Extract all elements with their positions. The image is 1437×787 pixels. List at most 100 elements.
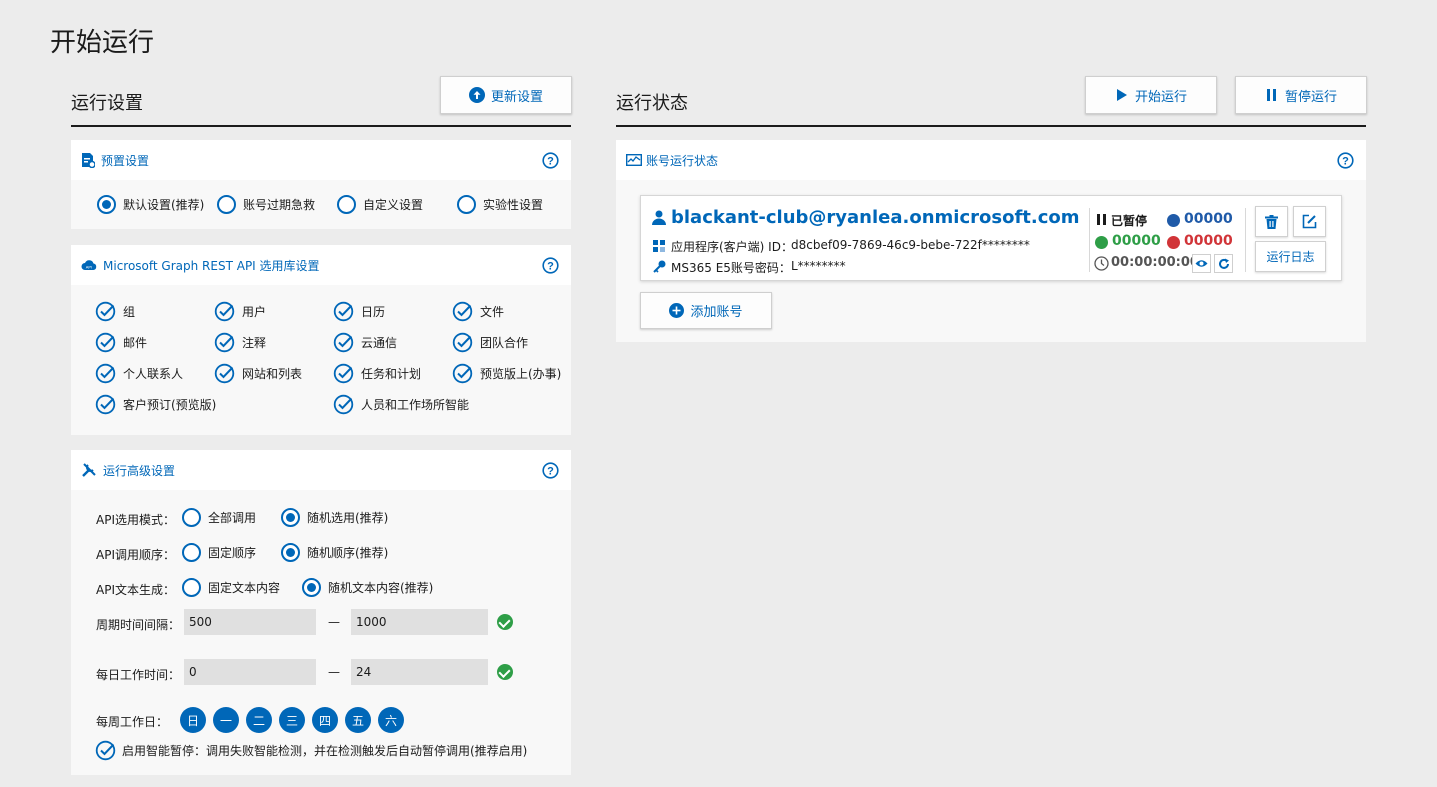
cloud-api-icon: API (81, 260, 97, 270)
run-log-button[interactable]: 运行日志 (1255, 241, 1326, 272)
weekday-toggle[interactable]: 五 (345, 707, 371, 733)
check-circle-icon (95, 332, 116, 353)
fail-count: 00000 (1184, 233, 1233, 249)
api-text-random[interactable]: 随机文本内容(推荐) (302, 578, 433, 597)
radio-selected[interactable] (281, 508, 300, 527)
view-button[interactable] (1192, 254, 1211, 273)
graph-api-label: 人员和工作场所智能 (361, 398, 470, 412)
work-hours-max-input[interactable]: 24 (351, 659, 488, 685)
account-list: blackant-club@ryanlea.onmicrosoft.com 应用… (616, 180, 1366, 342)
radio-selected[interactable] (302, 578, 321, 597)
svg-text:?: ? (547, 261, 554, 273)
api-mode-all[interactable]: 全部调用 (182, 508, 256, 527)
graph-api-checkbox[interactable]: 人员和工作场所智能 (333, 394, 469, 415)
weekday-toggle[interactable]: 三 (279, 707, 305, 733)
delete-account-button[interactable] (1255, 206, 1288, 237)
account-email: blackant-club@ryanlea.onmicrosoft.com (671, 207, 1080, 228)
radio[interactable] (182, 543, 201, 562)
add-account-button[interactable]: 添加账号 (640, 292, 772, 329)
update-settings-button[interactable]: 更新设置 (440, 76, 572, 114)
radio[interactable] (457, 195, 476, 214)
preset-option-experimental[interactable]: 实验性设置 (457, 195, 543, 214)
range-dash: — (328, 665, 340, 679)
document-settings-icon (82, 153, 95, 168)
divider (1089, 208, 1090, 272)
pause-button[interactable]: 暂停运行 (1235, 76, 1367, 114)
graph-api-checkbox[interactable]: 客户预订(预览版) (95, 394, 216, 415)
radio[interactable] (337, 195, 356, 214)
preset-option-rescue[interactable]: 账号过期急救 (217, 195, 315, 214)
help-icon[interactable]: ? (542, 257, 559, 274)
eye-icon (1195, 260, 1208, 267)
radio[interactable] (182, 578, 201, 597)
graph-api-checkbox[interactable]: 个人联系人 (95, 363, 183, 384)
svg-text:?: ? (547, 156, 554, 168)
graph-api-label: 组 (123, 305, 136, 319)
smart-pause-checkbox[interactable]: 启用智能暂停：调用失败智能检测，并在检测触发后自动暂停调用(推荐启用) (95, 740, 527, 761)
help-icon[interactable]: ? (542, 152, 559, 169)
api-order-random[interactable]: 随机顺序(推荐) (281, 543, 388, 562)
advanced-card-header: 运行高级设置 ? (71, 450, 571, 490)
api-order-fixed[interactable]: 固定顺序 (182, 543, 256, 562)
graph-api-checkbox[interactable]: 文件 (452, 301, 504, 322)
radio-selected[interactable] (97, 195, 116, 214)
user-icon (652, 210, 666, 225)
monitor-chart-icon (626, 154, 642, 166)
weekday-toggle[interactable]: 一 (213, 707, 239, 733)
radio-selected[interactable] (281, 543, 300, 562)
start-button[interactable]: 开始运行 (1085, 76, 1217, 114)
weekday-toggle[interactable]: 二 (246, 707, 272, 733)
graph-api-checkbox[interactable]: 邮件 (95, 332, 147, 353)
weekday-toggle[interactable]: 六 (378, 707, 404, 733)
weekday-toggle[interactable]: 日 (180, 707, 206, 733)
password-value: L******** (791, 259, 846, 273)
graph-api-card: API Microsoft Graph REST API 选用库设置 ? 组 用户… (71, 245, 571, 435)
check-circle-icon (452, 301, 473, 322)
graph-api-label: 注释 (242, 336, 267, 350)
api-text-fixed[interactable]: 固定文本内容 (182, 578, 280, 597)
work-hours-label: 每日工作时间： (96, 668, 181, 682)
radio-label: 随机选用(推荐) (307, 511, 389, 525)
interval-max-input[interactable]: 1000 (351, 609, 488, 635)
graph-api-label: 预览版上(办事) (480, 367, 562, 381)
app-id-label: 应用程序(客户端) ID： (671, 240, 793, 254)
account-status-header: 账号运行状态 ? (616, 140, 1366, 180)
refresh-button[interactable] (1214, 254, 1233, 273)
radio[interactable] (217, 195, 236, 214)
graph-api-checkbox[interactable]: 日历 (333, 301, 385, 322)
elapsed-time: 00:00:00:00 (1111, 255, 1199, 270)
graph-api-list: 组 用户 日历 文件邮件 注释 云通信 团队合作个人联系人 网站和列表 任务和计划 预览版上(办事… (71, 285, 571, 435)
graph-api-label: 客户预订(预览版) (123, 398, 217, 412)
smart-pause-label: 启用智能暂停：调用失败智能检测，并在检测触发后自动暂停调用(推荐启用) (122, 744, 528, 758)
preset-option-custom[interactable]: 自定义设置 (337, 195, 423, 214)
graph-api-checkbox[interactable]: 网站和列表 (214, 363, 302, 384)
settings-header: 运行设置 更新设置 (71, 76, 572, 127)
help-icon[interactable]: ? (542, 462, 559, 479)
interval-min-input[interactable]: 500 (184, 609, 316, 635)
graph-api-checkbox[interactable]: 团队合作 (452, 332, 528, 353)
graph-api-checkbox[interactable]: 预览版上(办事) (452, 363, 561, 384)
preset-option-default[interactable]: 默认设置(推荐) (97, 195, 204, 214)
account-status-title: 账号运行状态 (646, 153, 719, 168)
edit-account-button[interactable] (1293, 206, 1326, 237)
page-title: 开始运行 (50, 28, 155, 58)
work-hours-min-input[interactable]: 0 (184, 659, 316, 685)
svg-text:API: API (86, 265, 92, 270)
edit-icon (1302, 214, 1317, 229)
radio-label: 固定顺序 (208, 546, 257, 560)
check-circle-icon (95, 301, 116, 322)
graph-api-checkbox[interactable]: 用户 (214, 301, 266, 322)
check-circle-icon (333, 301, 354, 322)
graph-api-checkbox[interactable]: 任务和计划 (333, 363, 421, 384)
api-mode-random[interactable]: 随机选用(推荐) (281, 508, 388, 527)
plus-circle-icon (669, 303, 685, 318)
radio[interactable] (182, 508, 201, 527)
settings-title: 运行设置 (71, 93, 143, 114)
arrow-up-circle-icon (468, 87, 485, 103)
graph-api-checkbox[interactable]: 注释 (214, 332, 266, 353)
graph-api-checkbox[interactable]: 组 (95, 301, 135, 322)
refresh-icon (1218, 258, 1229, 269)
weekday-toggle[interactable]: 四 (312, 707, 338, 733)
help-icon[interactable]: ? (1337, 152, 1354, 169)
graph-api-checkbox[interactable]: 云通信 (333, 332, 397, 353)
